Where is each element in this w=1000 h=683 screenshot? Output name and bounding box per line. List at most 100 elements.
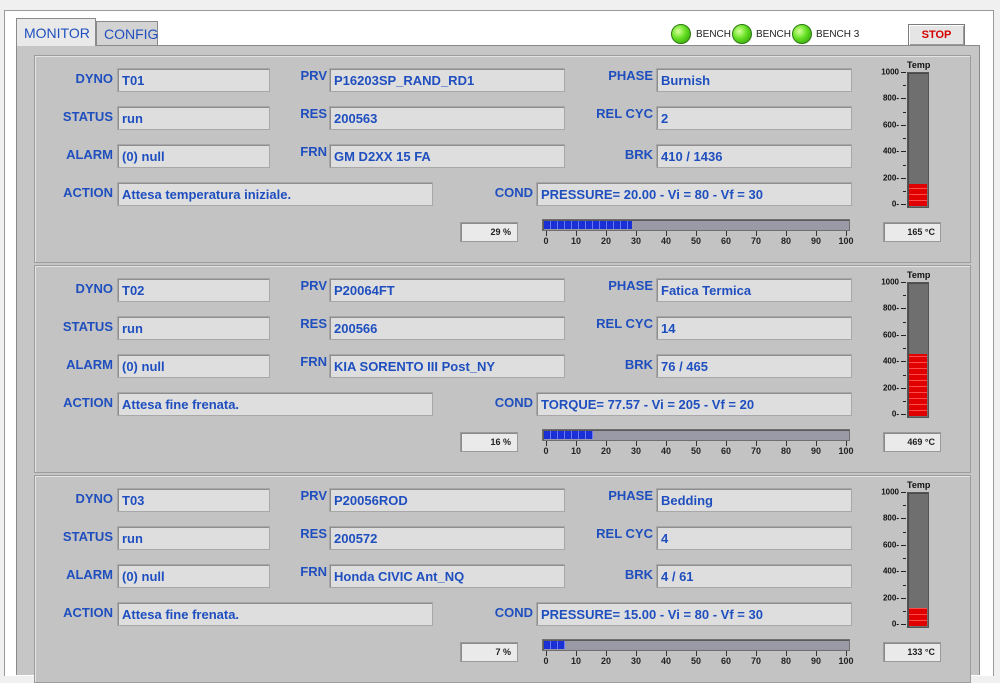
progress-bar [542,429,850,441]
temp-tick [901,518,906,520]
bench-2-led [732,24,752,44]
cond-label: COND [494,185,533,200]
temp-readout: 165 °C [883,222,941,242]
tab-config[interactable]: CONFIG [96,21,158,46]
temp-tick [901,624,906,625]
stop-button[interactable]: STOP [908,24,965,46]
rel-cyc-field: 2 [656,106,852,130]
progress-tick-label: 60 [720,446,732,456]
temp-tick-label: 600- [882,540,899,550]
progress-scale: 0 10 20 30 40 50 60 70 80 90 100 [542,231,854,249]
temp-minor-tick [903,111,906,113]
progress-tick-label: 70 [750,236,762,246]
temp-tick [901,571,906,573]
progress-tick-label: 40 [660,446,672,456]
progress-percent: 29 % [460,222,518,242]
progress-tick-label: 50 [690,236,702,246]
progress-tick-label: 70 [750,656,762,666]
progress-tick-label: 30 [630,446,642,456]
frn-label: FRN [300,564,327,579]
alarm-label: ALARM [66,357,113,372]
rel-cyc-field: 14 [656,316,852,340]
status-field: run [117,106,270,130]
progress-tick-label: 20 [600,236,612,246]
temp-tick [901,98,906,100]
progress-bar [542,639,850,651]
temp-tick [901,544,906,546]
temp-label: Temp [907,480,931,490]
dyno-section-1: DYNO T01 STATUS run ALARM (0) null ACTION Attes… [34,55,971,263]
temp-tick [901,204,906,205]
bench-3-led [792,24,812,44]
res-field: 200566 [329,316,565,340]
temp-tick-label: 400- [882,146,899,156]
alarm-field: (0) null [117,564,270,588]
temp-tick [901,282,906,283]
temp-minor-tick [903,85,906,87]
temp-scale: 0- 200- 400- 600- 800- 1000 [867,68,907,209]
dyno-field: T01 [117,68,270,92]
temp-readout: 469 °C [883,432,941,452]
status-field: run [117,526,270,550]
temp-minor-tick [903,295,906,297]
alarm-label: ALARM [66,567,113,582]
progress-tick-label: 60 [720,236,732,246]
temp-gauge-fill [909,184,927,206]
prv-field: P20056ROD [329,488,565,512]
temp-minor-tick [903,584,906,586]
action-label: ACTION [63,605,113,620]
phase-field: Burnish [656,68,852,92]
status-field: run [117,316,270,340]
bench-3-label: BENCH 3 [816,29,860,40]
temp-tick [901,492,906,493]
progress-tick-label: 30 [630,236,642,246]
progress-tick-label: 0 [543,446,549,456]
progress-tick-label: 80 [780,656,792,666]
temp-tick [901,124,906,126]
temp-label: Temp [907,60,931,70]
prv-label: PRV [300,278,328,293]
progress-tick-label: 40 [660,656,672,666]
progress-scale: 0 10 20 30 40 50 60 70 80 90 100 [542,441,854,459]
temp-label: Temp [907,270,931,280]
temp-tick [901,414,906,415]
dyno-section-3: DYNO T03 STATUS run ALARM (0) null ACTION Attes… [34,475,971,683]
temp-minor-tick [903,164,906,166]
temp-tick-label: 1000 [881,67,899,77]
temp-minor-tick [903,611,906,612]
status-label: STATUS [62,109,113,124]
rel-cyc-label: REL CYC [596,526,653,541]
temp-tick-label: 200- [882,593,899,603]
frn-label: FRN [300,354,327,369]
progress-tick-label: 90 [810,446,822,456]
rel-cyc-label: REL CYC [596,106,653,121]
temp-minor-tick [903,505,906,507]
progress-tick-label: 30 [630,656,642,666]
brk-label: BRK [624,147,653,162]
temp-minor-tick [903,348,906,350]
progress-fill [544,641,565,649]
temp-tick-label: 0- [891,619,899,629]
temp-tick-label: 400- [882,566,899,576]
res-label: RES [300,316,327,331]
progress-tick-label: 40 [660,236,672,246]
temp-tick-label: 1000 [881,487,899,497]
temp-minor-tick [903,138,906,140]
temp-tick [901,334,906,336]
temp-tick-label: 800- [882,93,899,103]
cond-label: COND [494,395,533,410]
dyno-field: T02 [117,278,270,302]
status-label: STATUS [62,319,113,334]
progress-tick-label: 80 [780,236,792,246]
tab-monitor[interactable]: MONITOR [16,18,96,46]
rel-cyc-label: REL CYC [596,316,653,331]
brk-label: BRK [624,567,653,582]
action-field: Attesa temperatura iniziale. [117,182,433,206]
temp-tick-label: 0- [891,409,899,419]
frn-field: GM D2XX 15 FA [329,144,565,168]
temp-tick-label: 600- [882,120,899,130]
progress-scale: 0 10 20 30 40 50 60 70 80 90 100 [542,651,854,669]
temp-minor-tick [903,191,906,192]
temp-tick [901,72,906,73]
status-label: STATUS [62,529,113,544]
